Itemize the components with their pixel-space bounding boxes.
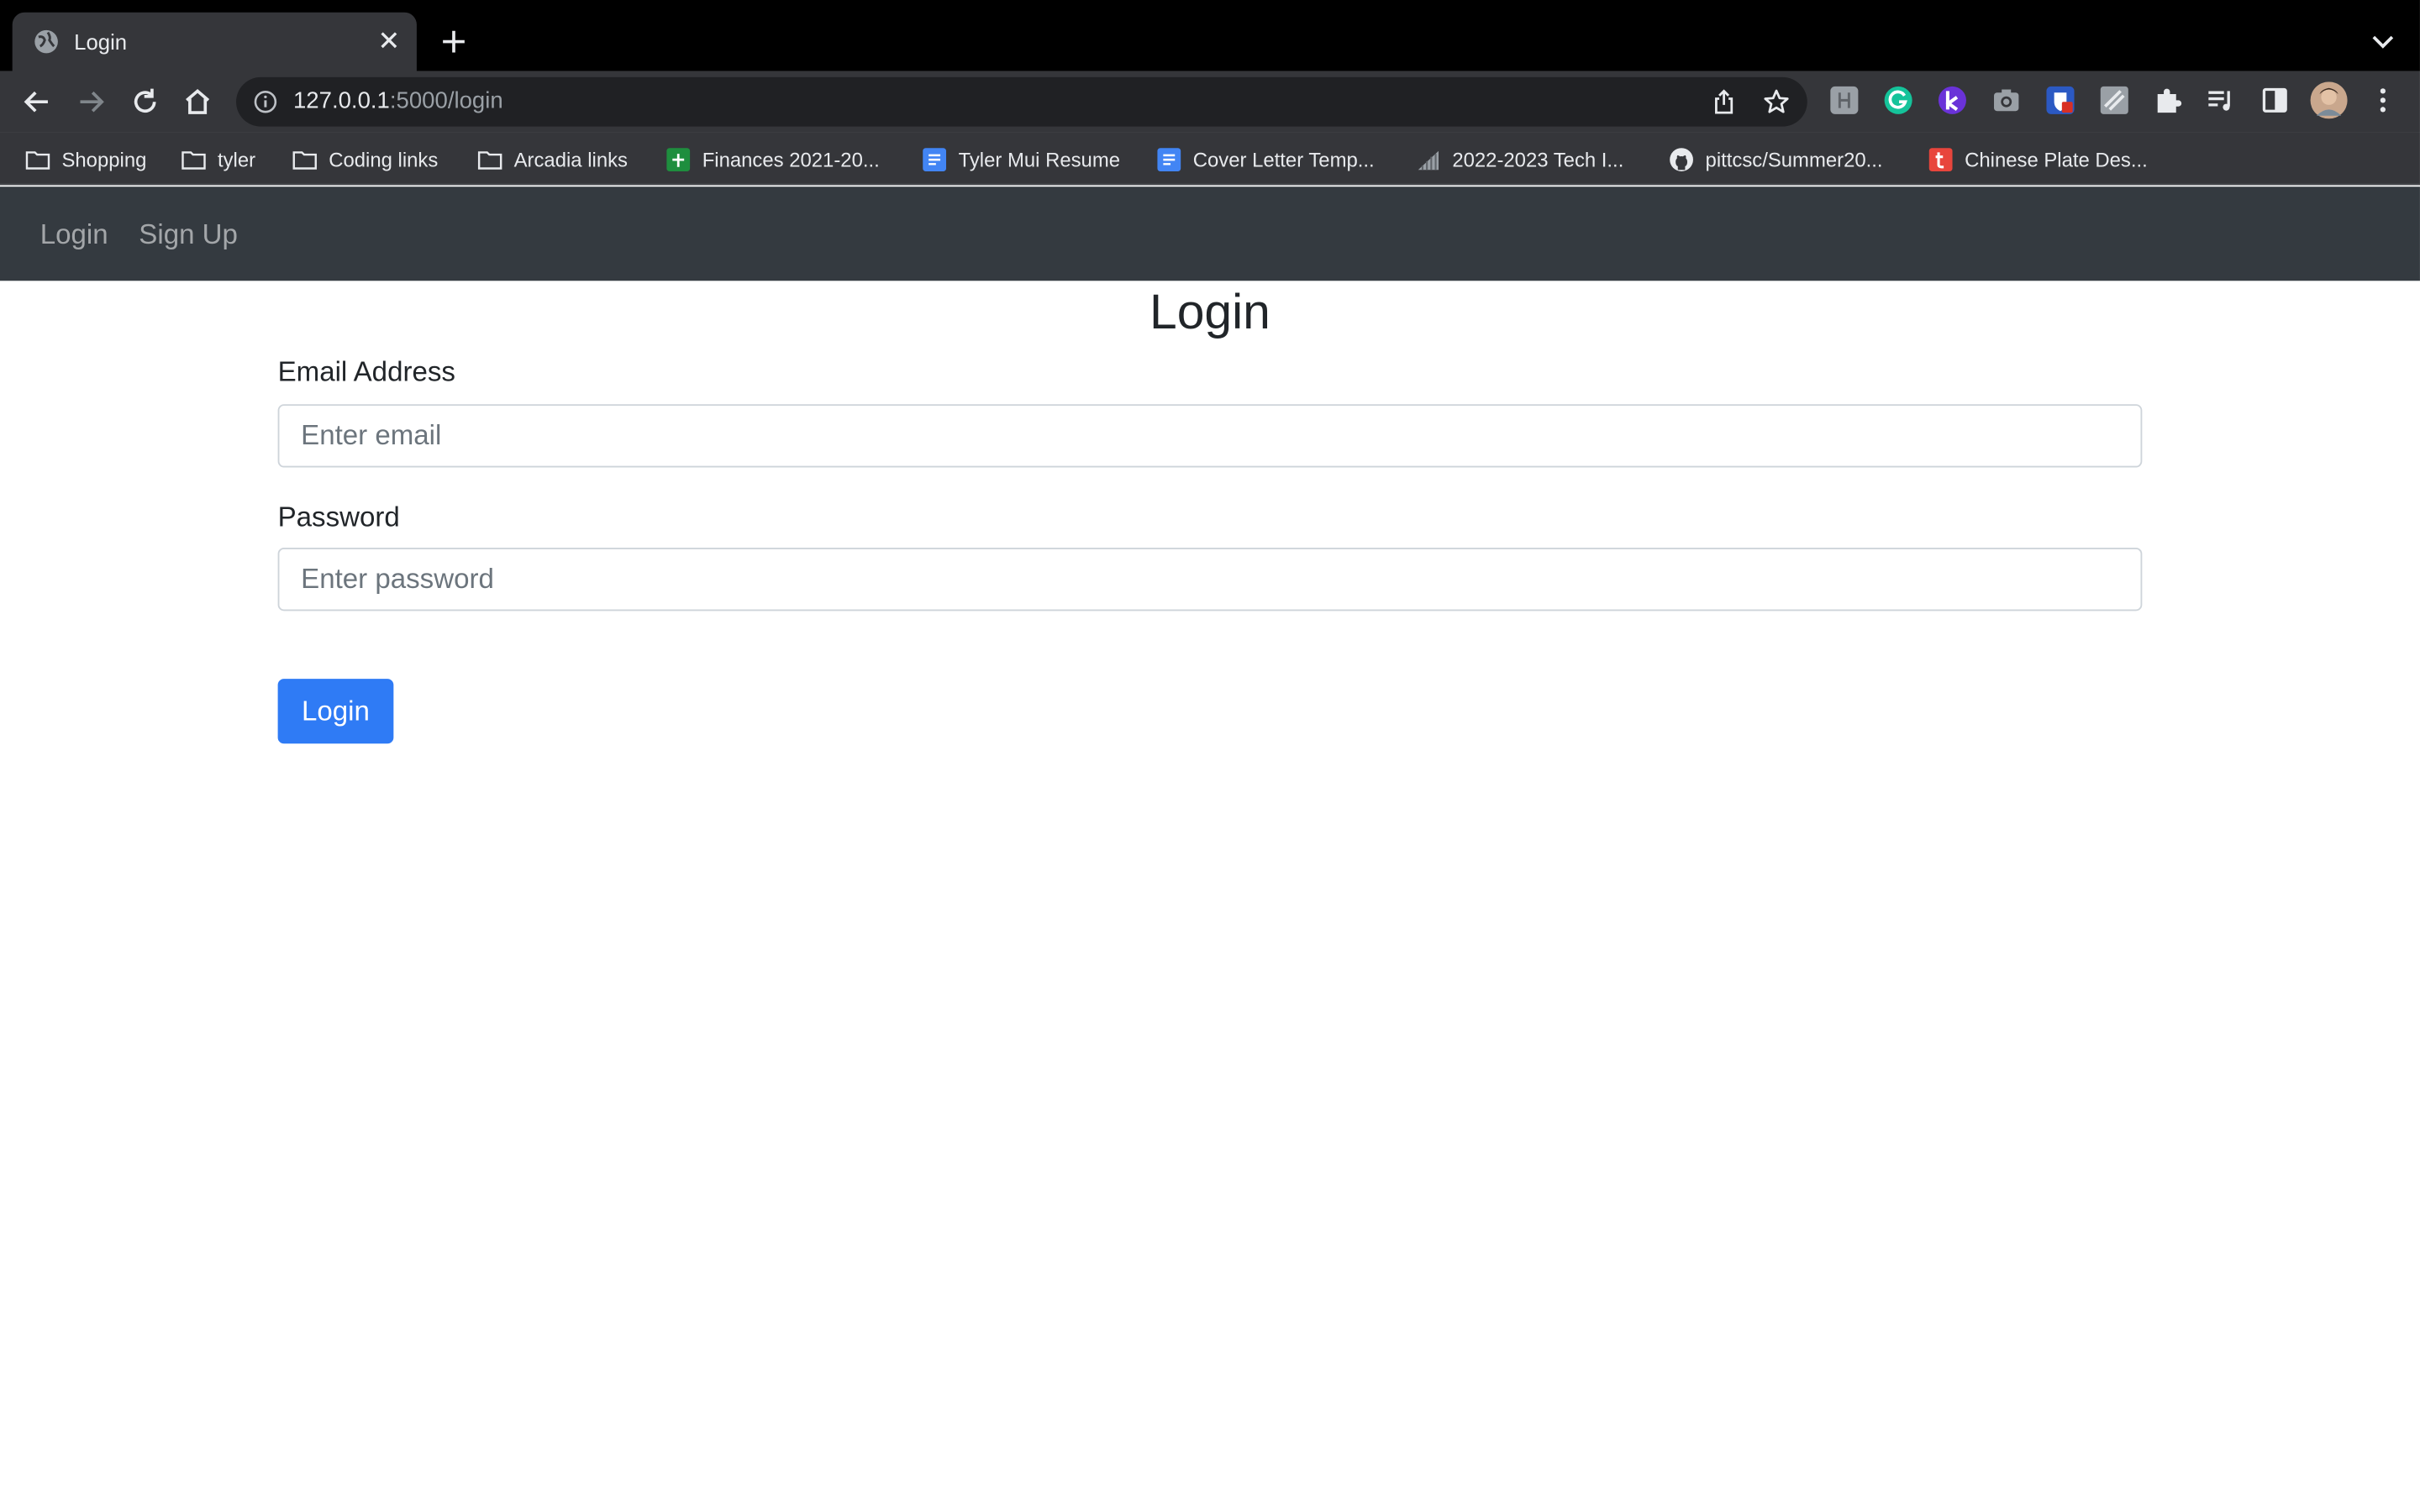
close-icon[interactable] [376, 28, 401, 52]
bookmark-label: Chinese Plate Des... [1965, 147, 2148, 171]
tab-title: Login [74, 29, 128, 55]
email-input[interactable] [277, 404, 2143, 468]
menu-dots-icon[interactable] [2367, 85, 2398, 116]
github-icon [1670, 147, 1693, 171]
bookmark-label: Finances 2021-20... [702, 147, 880, 171]
new-tab-icon[interactable] [439, 26, 470, 57]
sheets-icon [666, 147, 691, 171]
bookmark-tech[interactable]: 2022-2023 Tech I... [1415, 144, 1623, 175]
password-label: Password [277, 501, 400, 533]
extension-grey-icon[interactable] [1828, 85, 1860, 116]
screen: Login 127.0.0.1:5000/login Shopping tyle… [0, 0, 2420, 1512]
stripes-extension-icon[interactable] [2099, 85, 2130, 116]
bookmark-coding-links[interactable]: Coding links [292, 144, 438, 175]
side-panel-icon[interactable] [2260, 85, 2291, 116]
camera-icon[interactable] [1991, 85, 2022, 116]
bookmark-finances[interactable]: Finances 2021-20... [666, 144, 880, 175]
share-icon[interactable] [1710, 88, 1738, 116]
bookmark-star-icon[interactable] [1763, 88, 1791, 116]
k-extension-icon[interactable] [1937, 85, 1968, 116]
reload-icon[interactable] [128, 85, 161, 118]
home-icon[interactable] [181, 85, 214, 118]
nav-login-link[interactable]: Login [40, 218, 108, 251]
bookmark-label: Cover Letter Temp... [1192, 147, 1375, 171]
bookmark-chinese-plate[interactable]: Chinese Plate Des... [1928, 144, 2148, 175]
forward-arrow-icon[interactable] [74, 85, 108, 118]
docs-icon [1157, 147, 1181, 171]
bookmark-arcadia-links[interactable]: Arcadia links [477, 144, 628, 175]
bookmark-cover-letter[interactable]: Cover Letter Temp... [1156, 144, 1375, 175]
back-arrow-icon[interactable] [20, 85, 54, 118]
bookmark-label: Tyler Mui Resume [958, 147, 1120, 171]
folder-icon [292, 150, 317, 169]
bookmark-pittcsc[interactable]: pittcsc/Summer20... [1668, 144, 1883, 175]
app-navbar: Login Sign Up [0, 186, 2420, 281]
bookmark-label: Arcadia links [513, 147, 628, 171]
bookmark-label: Shopping [61, 147, 147, 171]
login-button[interactable]: Login [277, 679, 394, 744]
bookmark-label: pittcsc/Summer20... [1705, 147, 1883, 171]
bookmark-label: Coding links [329, 147, 439, 171]
profile-avatar[interactable] [2310, 81, 2348, 119]
url-host: 127.0.0.1 [292, 87, 390, 114]
folder-icon [182, 150, 206, 169]
info-icon[interactable] [253, 90, 277, 114]
url-path: :5000/login [389, 87, 503, 114]
grammarly-icon[interactable] [1883, 85, 1914, 116]
page-title: Login [1150, 283, 1270, 340]
bookmark-label: tyler [217, 147, 256, 171]
folder-icon [25, 150, 50, 169]
chart-icon [1418, 150, 1439, 170]
bookmark-resume[interactable]: Tyler Mui Resume [922, 144, 1120, 175]
nav-signup-link[interactable]: Sign Up [139, 218, 238, 251]
browser-toolbar: 127.0.0.1:5000/login [0, 71, 2420, 133]
bookmark-label: 2022-2023 Tech I... [1452, 147, 1624, 171]
address-bar[interactable]: 127.0.0.1:5000/login [236, 76, 1807, 127]
bookmark-shopping[interactable]: Shopping [24, 144, 146, 175]
tab-strip: Login [0, 0, 2420, 71]
docs-icon [923, 147, 946, 171]
t-icon [1928, 147, 1953, 171]
media-control-icon[interactable] [2206, 85, 2237, 116]
chevron-down-icon[interactable] [2367, 26, 2398, 57]
globe-icon [34, 29, 58, 54]
shield-icon[interactable] [2045, 85, 2076, 116]
email-label: Email Address [277, 356, 455, 388]
bookmark-tyler[interactable]: tyler [181, 144, 255, 175]
bookmarks-bar: Shopping tyler Coding links Arcadia link… [0, 132, 2420, 186]
folder-icon [477, 150, 502, 169]
password-input[interactable] [277, 548, 2143, 612]
puzzle-icon[interactable] [2153, 85, 2184, 116]
browser-tab[interactable]: Login [12, 12, 417, 71]
url-text: 127.0.0.1:5000/login [293, 88, 503, 116]
